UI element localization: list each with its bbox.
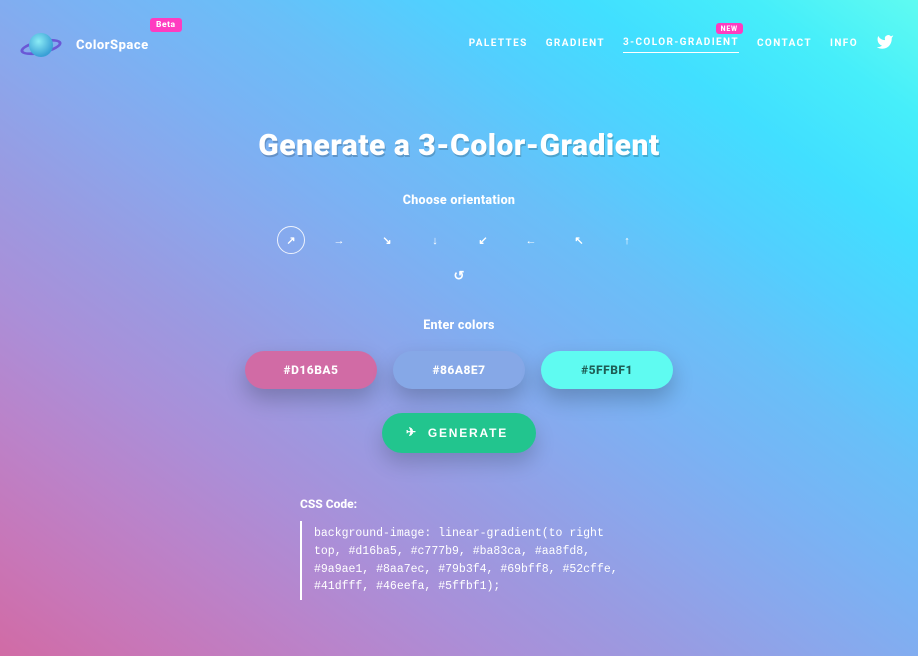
brand-name: ColorSpace xyxy=(76,38,149,53)
planet-icon xyxy=(20,32,62,58)
rocket-icon: ✈ xyxy=(406,425,418,439)
nav-label: 3-COLOR-GRADIENT xyxy=(623,37,739,48)
orientation-top[interactable]: ↑ xyxy=(613,226,641,254)
orientation-left[interactable]: ← xyxy=(517,226,545,254)
orientation-right-top[interactable]: ↗ xyxy=(277,226,305,254)
nav-3-color-gradient[interactable]: 3-COLOR-GRADIENT NEW xyxy=(623,37,739,53)
orientation-row: ↗ → ↘ ↓ ↙ ← ↖ ↑ xyxy=(0,226,918,254)
nav-gradient[interactable]: GRADIENT xyxy=(546,38,605,53)
header: ColorSpace Beta PALETTES GRADIENT 3-COLO… xyxy=(0,0,918,70)
css-output-text[interactable]: background-image: linear-gradient(to rig… xyxy=(300,521,618,600)
orientation-bottom[interactable]: ↓ xyxy=(421,226,449,254)
new-badge: NEW xyxy=(716,23,743,34)
color-input-1[interactable]: #D16BA5 xyxy=(245,351,377,389)
generate-label: GENERATE xyxy=(428,426,508,440)
brand[interactable]: ColorSpace Beta xyxy=(20,32,149,58)
nav-palettes[interactable]: PALETTES xyxy=(469,38,528,53)
color-input-2[interactable]: #86A8E7 xyxy=(393,351,525,389)
nav-contact[interactable]: CONTACT xyxy=(757,38,812,53)
beta-badge: Beta xyxy=(150,18,182,32)
page-title: Generate a 3-Color-Gradient xyxy=(0,128,918,163)
orientation-left-top[interactable]: ↖ xyxy=(565,226,593,254)
twitter-icon xyxy=(876,33,894,51)
css-output-label: CSS Code: xyxy=(300,497,618,511)
orientation-label: Choose orientation xyxy=(0,193,918,208)
main: Generate a 3-Color-Gradient Choose orien… xyxy=(0,70,918,600)
twitter-link[interactable] xyxy=(876,33,894,58)
css-output: CSS Code: background-image: linear-gradi… xyxy=(300,497,618,600)
colors-label: Enter colors xyxy=(0,318,918,333)
nav: PALETTES GRADIENT 3-COLOR-GRADIENT NEW C… xyxy=(469,33,894,58)
color-input-3[interactable]: #5FFBF1 xyxy=(541,351,673,389)
nav-info[interactable]: INFO xyxy=(830,38,858,53)
orientation-right-bottom[interactable]: ↘ xyxy=(373,226,401,254)
orientation-right[interactable]: → xyxy=(325,226,353,254)
orientation-left-bottom[interactable]: ↙ xyxy=(469,226,497,254)
generate-button[interactable]: ✈ GENERATE xyxy=(382,413,536,453)
reset-button[interactable]: ↺ xyxy=(447,264,471,288)
colors-row: #D16BA5 #86A8E7 #5FFBF1 xyxy=(0,351,918,389)
